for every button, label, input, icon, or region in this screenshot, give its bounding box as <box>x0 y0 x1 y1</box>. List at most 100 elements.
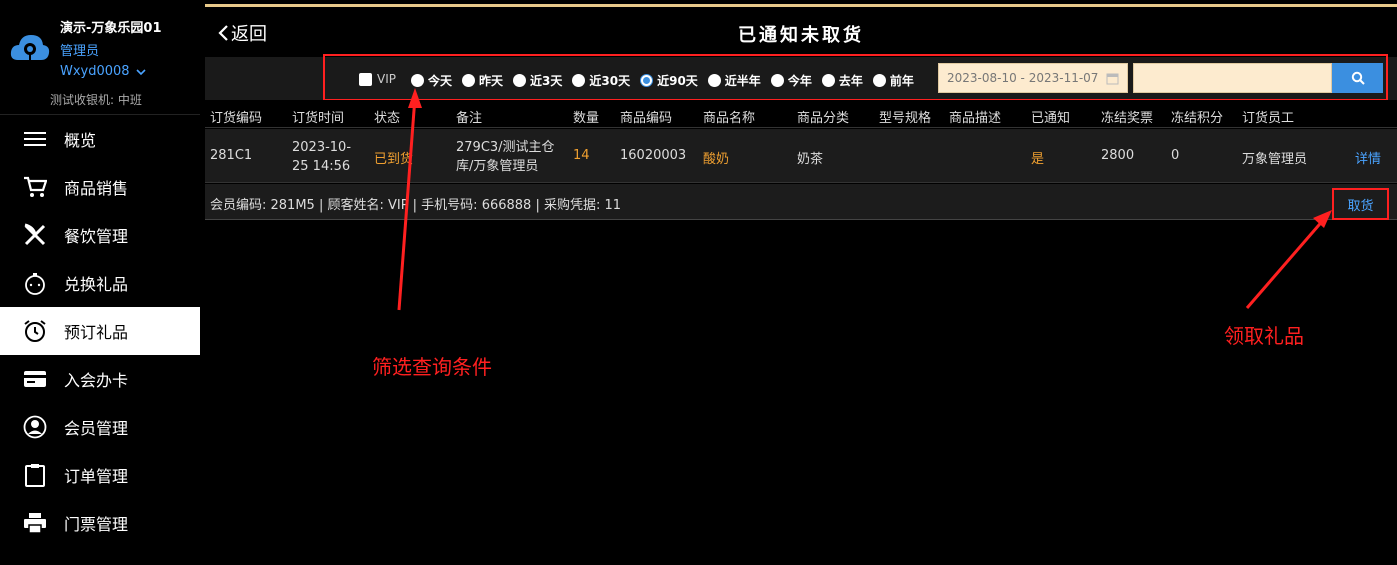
calendar-icon <box>1106 73 1119 85</box>
cell-product-name: 酸奶 <box>703 152 730 167</box>
radio-label: 今天 <box>428 74 453 88</box>
col-status: 状态 <box>374 111 401 126</box>
col-product-code: 商品编码 <box>620 111 673 126</box>
sidebar-item-orders[interactable]: 订单管理 <box>0 451 200 499</box>
pickup-button[interactable]: 取货 <box>1332 188 1389 220</box>
radio-label: 近半年 <box>724 74 761 88</box>
remark-line1: 279C3/测试主仓 <box>456 140 555 155</box>
gift-exchange-icon <box>22 270 48 296</box>
sidebar-item-tickets[interactable]: 门票管理 <box>0 499 200 547</box>
cell-order-code: 281C1 <box>210 148 253 163</box>
sidebar-item-membership-card[interactable]: 入会办卡 <box>0 355 200 403</box>
sidebar-item-label: 会员管理 <box>64 419 129 438</box>
sidebar-item-catering[interactable]: 餐饮管理 <box>0 211 200 259</box>
cell-frozen-tickets: 2800 <box>1101 148 1135 163</box>
order-time-line1: 2023-10- <box>292 140 352 155</box>
cell-category: 奶茶 <box>797 152 824 167</box>
page-header: 返回 已通知未取货 <box>205 7 1397 55</box>
vip-checkbox[interactable]: VIP <box>359 72 396 86</box>
sidebar-item-overview[interactable]: 概览 <box>0 115 200 163</box>
col-spec: 型号规格 <box>879 111 932 126</box>
date-range-value: 2023-08-10 - 2023-11-07 <box>947 71 1099 85</box>
cart-icon <box>22 174 48 200</box>
col-frozen-points: 冻结积分 <box>1171 111 1224 126</box>
col-order-code: 订货编码 <box>210 111 263 126</box>
radio-icon <box>707 74 721 87</box>
cell-staff: 万象管理员 <box>1242 152 1308 167</box>
col-frozen-tickets: 冻结奖票 <box>1101 111 1154 126</box>
user-role: 管理员 <box>60 44 100 59</box>
radio-yesterday[interactable]: 昨天 <box>462 72 503 89</box>
col-product-name: 商品名称 <box>703 111 756 126</box>
cutlery-icon <box>22 222 48 248</box>
sidebar-item-label: 概览 <box>64 131 97 150</box>
page-title: 已通知未取货 <box>738 25 864 46</box>
sidebar-item-exchange-gift[interactable]: 兑换礼品 <box>0 259 200 307</box>
radio-label: 近30天 <box>589 74 631 88</box>
user-dropdown[interactable]: Wxyd0008 <box>60 64 146 79</box>
radio-label: 今年 <box>787 74 812 88</box>
brand-panel: 演示-万象乐园01 管理员 Wxyd0008 测试收银机: 中班 <box>0 0 200 115</box>
pickup-annotation: 领取礼品 <box>1224 324 1304 348</box>
store-name: 演示-万象乐园01 <box>60 21 162 36</box>
cloud-logo-icon <box>10 35 50 62</box>
radio-today[interactable]: 今天 <box>411 72 452 89</box>
sidebar-item-label: 餐饮管理 <box>64 227 129 246</box>
sidebar-item-label: 预订礼品 <box>64 323 129 342</box>
printer-icon <box>22 510 48 536</box>
radio-last-30-days[interactable]: 近30天 <box>572 72 630 89</box>
radio-icon <box>821 74 835 87</box>
cashier-info: 测试收银机: 中班 <box>50 93 142 107</box>
col-notified: 已通知 <box>1031 111 1071 126</box>
member-info-row: 会员编码: 281M5 | 顾客姓名: VIP | 手机号码: 666888 |… <box>205 184 1397 220</box>
cell-remark: 279C3/测试主仓 库/万象管理员 <box>456 138 555 176</box>
remark-line2: 库/万象管理员 <box>456 159 539 174</box>
radio-last-year[interactable]: 去年 <box>821 72 863 89</box>
clipboard-icon <box>22 462 48 488</box>
sidebar-item-label: 商品销售 <box>64 179 129 198</box>
sidebar-item-label: 订单管理 <box>64 467 129 486</box>
date-range-input[interactable]: 2023-08-10 - 2023-11-07 <box>938 63 1128 93</box>
order-time-line2: 25 14:56 <box>292 159 351 174</box>
checkbox-icon <box>359 72 372 86</box>
radio-icon <box>513 74 527 87</box>
sidebar-item-sales[interactable]: 商品销售 <box>0 163 200 211</box>
radio-icon <box>640 74 654 87</box>
radio-label: 近90天 <box>657 74 698 88</box>
search-input[interactable] <box>1133 63 1332 93</box>
table-header: 订货编码 订货时间 状态 备注 数量 商品编码 商品名称 商品分类 型号规格 商… <box>205 100 1397 128</box>
col-remark: 备注 <box>456 111 483 126</box>
cell-quantity: 14 <box>573 148 590 163</box>
radio-last-90-days[interactable]: 近90天 <box>640 72 698 89</box>
radio-label: 前年 <box>889 74 914 88</box>
col-order-time: 订货时间 <box>292 111 345 126</box>
member-info: 会员编码: 281M5 | 顾客姓名: VIP | 手机号码: 666888 |… <box>210 198 622 213</box>
col-category: 商品分类 <box>797 111 850 126</box>
col-staff: 订货员工 <box>1242 111 1295 126</box>
radio-icon <box>572 74 586 87</box>
menu-icon <box>22 126 48 152</box>
filter-bar: VIP 今天 昨天 近3天 近30天 近90天 近半年 今年 去年 前年 202… <box>205 54 1397 101</box>
radio-label: 去年 <box>838 74 863 88</box>
radio-year-before-last[interactable]: 前年 <box>872 72 914 89</box>
date-range-radios: 今天 昨天 近3天 近30天 近90天 近半年 今年 去年 前年 <box>411 72 914 89</box>
chevron-down-icon <box>136 68 146 75</box>
cell-order-time: 2023-10- 25 14:56 <box>292 138 351 176</box>
search-button[interactable] <box>1332 63 1383 93</box>
radio-icon <box>411 74 424 87</box>
sidebar-item-members[interactable]: 会员管理 <box>0 403 200 451</box>
radio-half-year[interactable]: 近半年 <box>707 72 761 89</box>
radio-icon <box>462 74 476 87</box>
sidebar: 演示-万象乐园01 管理员 Wxyd0008 测试收银机: 中班 概览 商品销售… <box>0 0 200 565</box>
alarm-clock-icon <box>22 318 48 344</box>
details-link[interactable]: 详情 <box>1355 148 1381 167</box>
cell-status: 已到货 <box>374 152 414 167</box>
radio-label: 近3天 <box>530 74 563 88</box>
username: Wxyd0008 <box>60 64 130 79</box>
radio-last-3-days[interactable]: 近3天 <box>513 72 562 89</box>
col-quantity: 数量 <box>573 111 600 126</box>
sidebar-item-reserve-gift[interactable]: 预订礼品 <box>0 307 200 355</box>
sidebar-item-label: 门票管理 <box>64 515 129 534</box>
radio-this-year[interactable]: 今年 <box>770 72 812 89</box>
filter-annotation: 筛选查询条件 <box>372 355 492 379</box>
